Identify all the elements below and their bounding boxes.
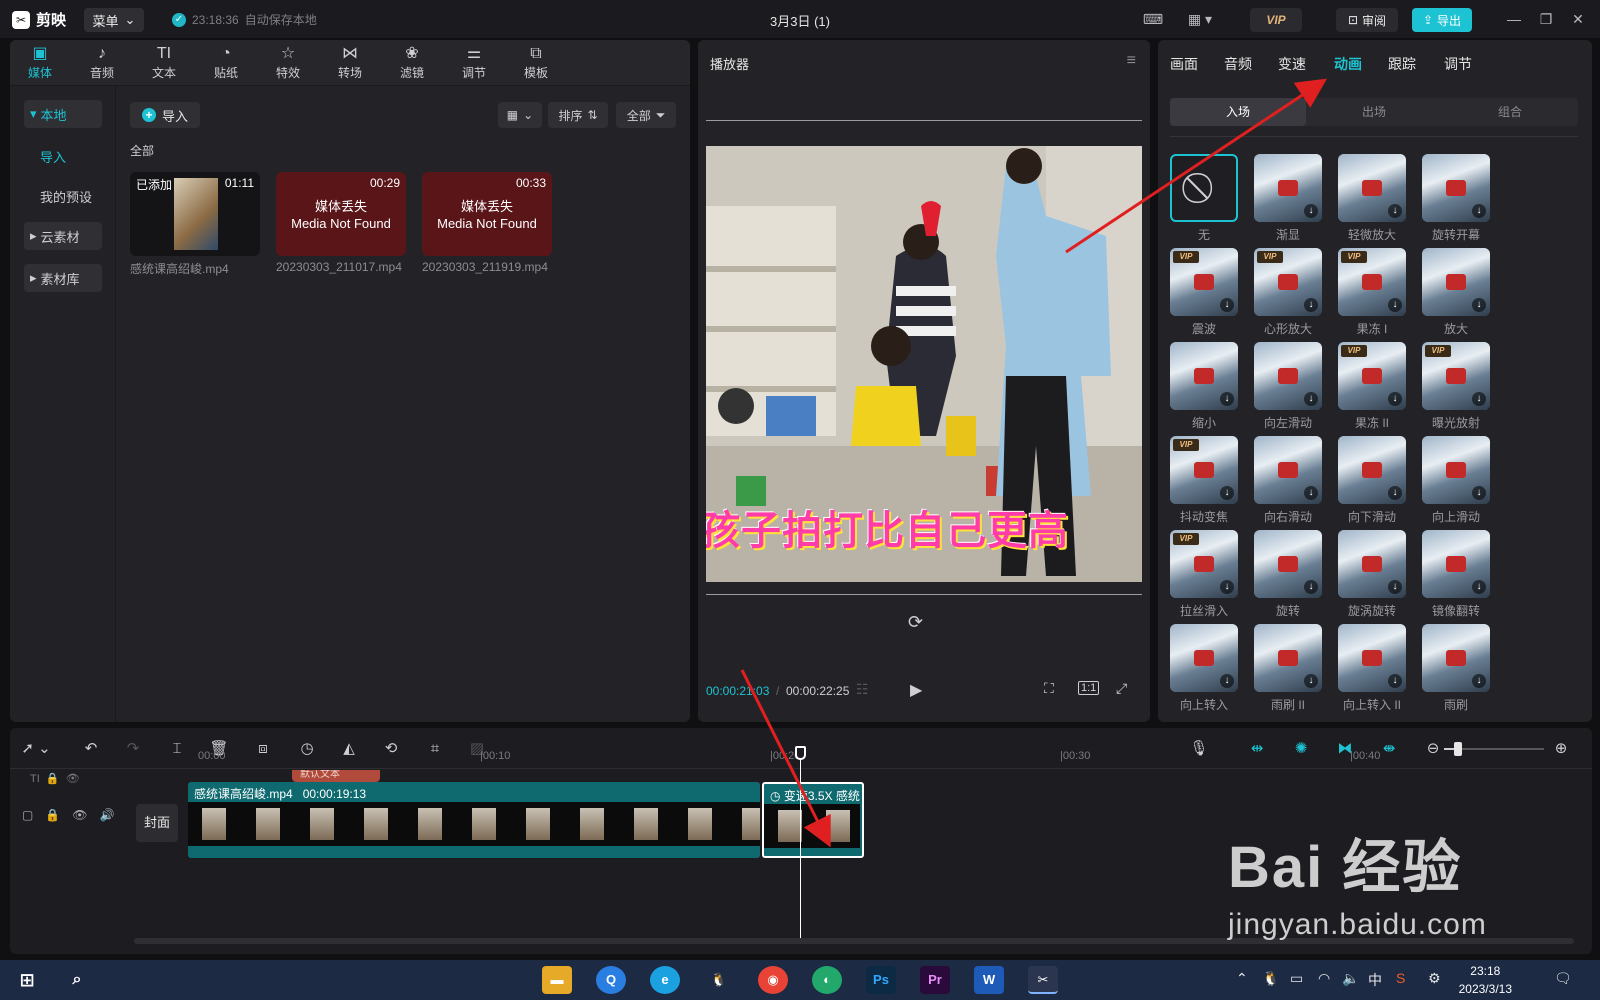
tray-chevron-icon[interactable]: ⌃ [1236, 970, 1248, 987]
ime-indicator[interactable]: 中 [1368, 970, 1382, 990]
search-icon[interactable]: ⌕ [62, 966, 92, 994]
premiere-icon[interactable]: Pr [920, 966, 950, 994]
browser-search-icon[interactable]: Q [596, 966, 626, 994]
settings-gear-icon[interactable]: ⚙ [1428, 970, 1441, 987]
edge-dev-icon[interactable]: ◐ [812, 966, 842, 994]
word-icon[interactable]: W [974, 966, 1004, 994]
file-explorer-icon[interactable]: ▬ [542, 966, 572, 994]
arrow-to-animation-tab [1065, 78, 1327, 254]
arrow-to-clip [740, 669, 831, 848]
windows-taskbar: ⊞ ⌕ ▬ Q e 🐧 ◉ ◐ Ps Pr W ✂ ⌃ 🐧 ▭ ◠ 🔈 中 S … [0, 960, 1600, 1000]
windows-start-icon[interactable]: ⊞ [12, 966, 42, 994]
wifi-icon[interactable]: ◠ [1318, 970, 1330, 987]
photoshop-icon[interactable]: Ps [866, 966, 896, 994]
notification-icon[interactable]: 🗨 [1554, 970, 1572, 987]
chrome-icon[interactable]: ◉ [758, 966, 788, 994]
tray-qq-icon[interactable]: 🐧 [1262, 970, 1279, 987]
qq-icon[interactable]: 🐧 [704, 966, 734, 994]
tray-device-icon[interactable]: ▭ [1290, 970, 1303, 987]
baidu-watermark: Bai 经验 jingyan.baidu.com [1228, 835, 1487, 941]
tray-app-icon[interactable]: S [1396, 970, 1405, 986]
edge-icon[interactable]: e [650, 966, 680, 994]
taskbar-clock[interactable]: 23:18 2023/3/13 [1459, 962, 1512, 998]
capcut-taskbar-icon[interactable]: ✂ [1028, 966, 1058, 994]
volume-icon[interactable]: 🔈 [1342, 970, 1359, 987]
